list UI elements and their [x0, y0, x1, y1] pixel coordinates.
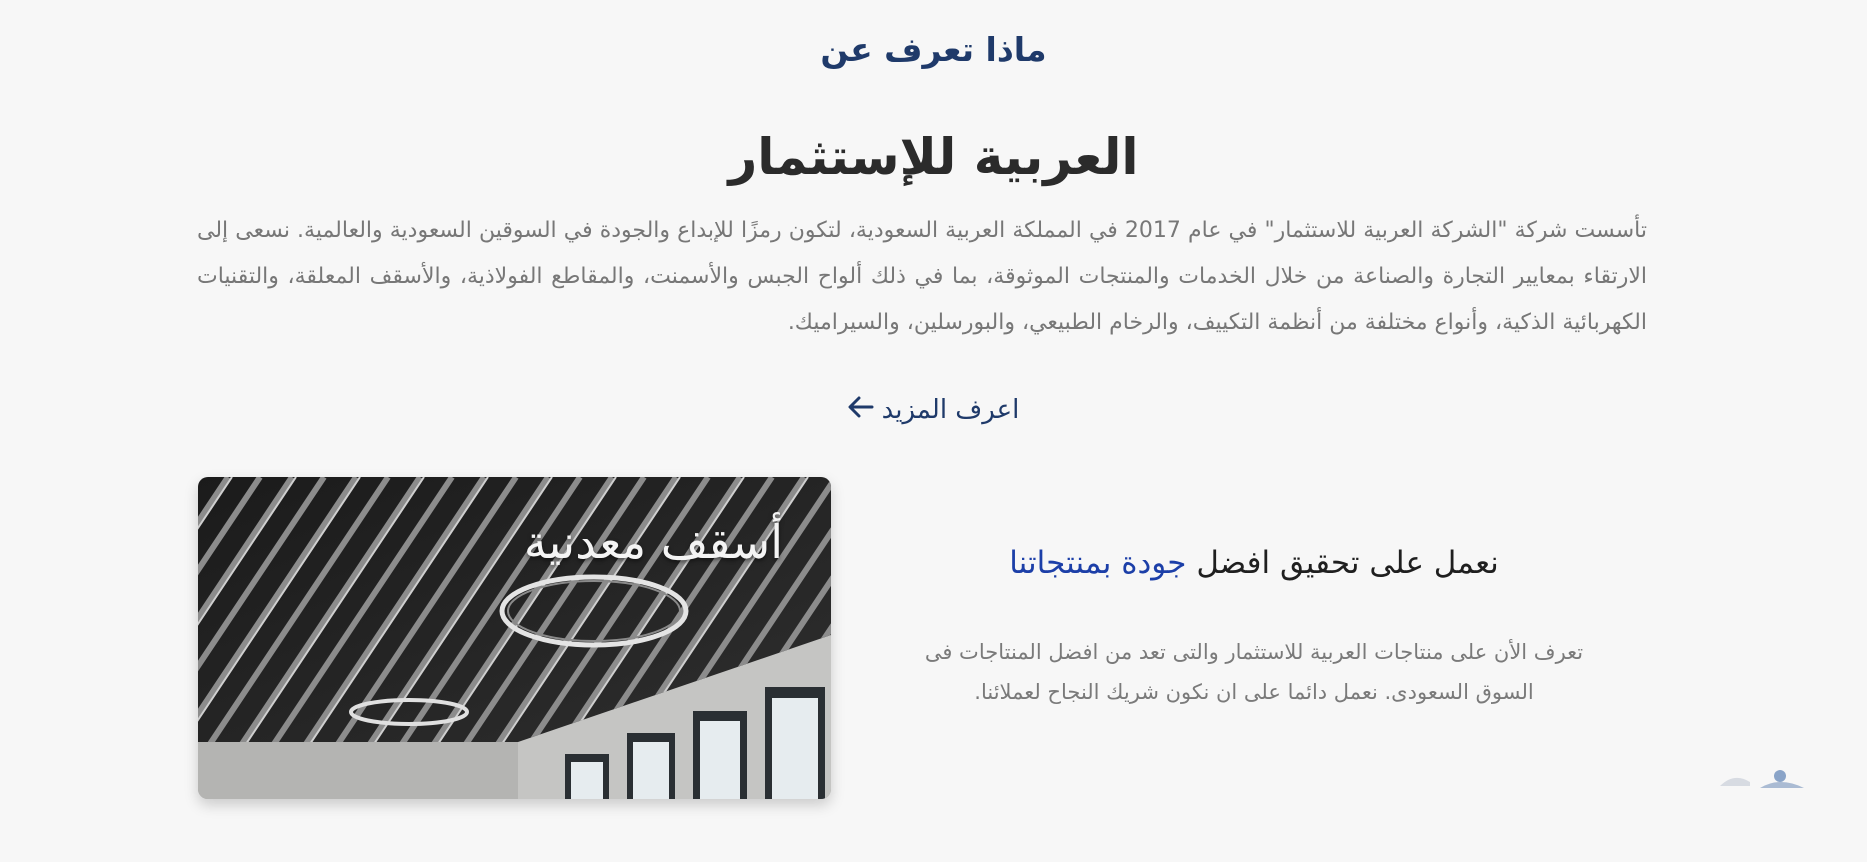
page-title: العربية للإستثمار [728, 128, 1139, 186]
intro-paragraph: تأسست شركة "الشركة العربية للاستثمار" في… [197, 218, 1647, 335]
people-icon [1720, 770, 1804, 788]
quality-heading-prefix: نعمل على تحقيق افضل [1196, 545, 1499, 581]
arrow-left-icon [848, 395, 874, 425]
card-title: أسقف معدنية [523, 515, 783, 569]
quality-heading: نعمل على تحقيق افضل جودة بمنتجاتنا [904, 545, 1604, 581]
section-eyebrow: ماذا تعرف عن [820, 30, 1047, 69]
quality-description: تعرف الأن على منتاجات العربية للاستثمار … [924, 640, 1584, 704]
quality-heading-accent: جودة بمنتجاتنا [1009, 545, 1187, 581]
metal-ceiling-card[interactable]: أسقف معدنية [198, 477, 831, 799]
learn-more-link[interactable]: اعرف المزيد [0, 395, 1867, 425]
learn-more-label: اعرف المزيد [881, 395, 1020, 425]
